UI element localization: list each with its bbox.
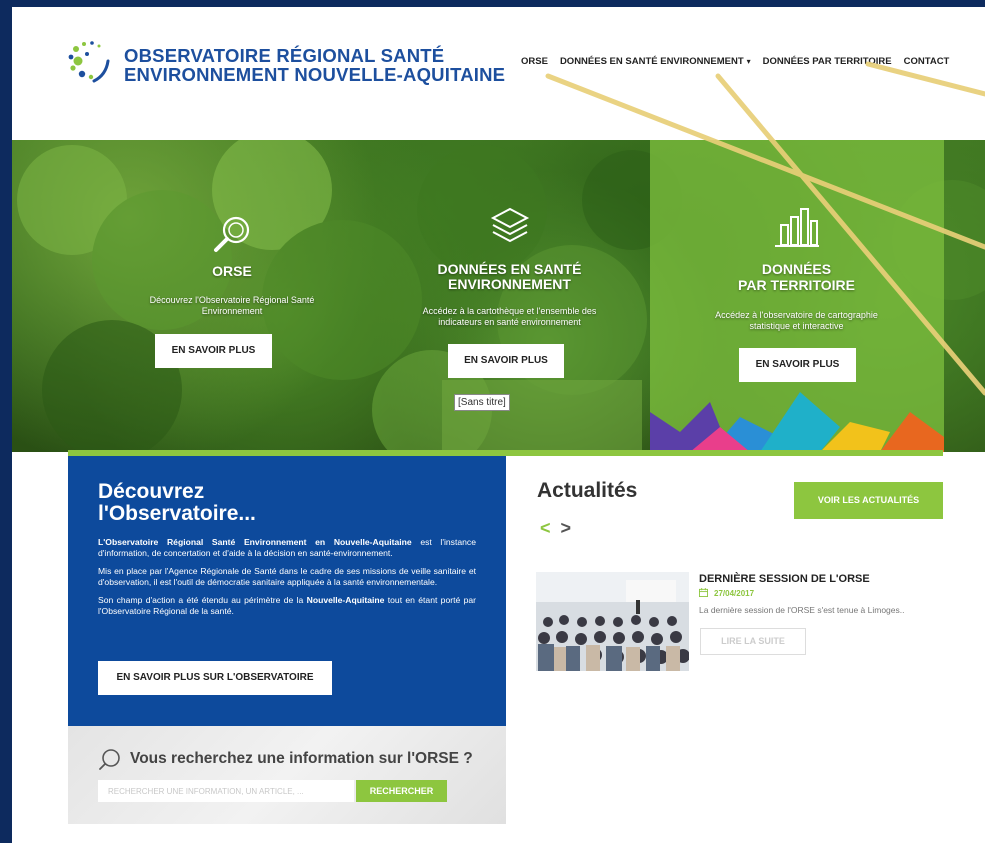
chevron-right-icon[interactable]: > — [561, 518, 572, 538]
donnees-sante-learn-more-button[interactable]: EN SAVOIR PLUS — [448, 344, 564, 378]
hero-banner: ORSE Découvrez l'Observatoire Régional S… — [12, 140, 985, 452]
nav-item-label: CONTACT — [903, 56, 950, 67]
search-input[interactable] — [98, 780, 354, 802]
search-button[interactable]: RECHERCHER — [356, 780, 447, 802]
discover-title: Découvrez l'Observatoire... — [98, 481, 476, 525]
bar-chart-icon — [774, 208, 819, 247]
news-item-title[interactable]: DERNIÈRE SESSION DE L'ORSE — [699, 573, 870, 585]
discover-panel: Découvrez l'Observatoire... L'Observatoi… — [68, 456, 506, 726]
hero-desc-donnees-territoire: Accédez à l'observatoire de cartographie… — [715, 310, 878, 331]
layers-icon — [490, 207, 529, 243]
orse-logo-icon[interactable] — [64, 37, 114, 87]
news-item-excerpt: La dernière session de l'ORSE s'est tenu… — [699, 605, 905, 615]
window-frame-top — [0, 0, 985, 7]
orse-learn-more-button[interactable]: EN SAVOIR PLUS — [155, 334, 272, 368]
news-item-date: 27/04/2017 — [699, 588, 754, 598]
hero-title-donnees-sante-line1: DONNÉES EN SANTÉ — [437, 261, 582, 277]
discover-p3-bold: Nouvelle-Aquitaine — [306, 595, 385, 605]
nav-item-donnees-sante-environnement[interactable]: DONNÉES EN SANTÉ ENVIRONNEMENT ▾ — [554, 56, 757, 67]
discover-learn-more-button[interactable]: EN SAVOIR PLUS SUR L'OBSERVATOIRE — [98, 661, 332, 695]
news-date-text: 27/04/2017 — [714, 589, 755, 598]
logo-title-line2[interactable]: ENVIRONNEMENT NOUVELLE-AQUITAINE — [124, 64, 505, 86]
site-header: OBSERVATOIRE RÉGIONAL SANTÉ ENVIRONNEMEN… — [12, 7, 985, 140]
hero-column-orse: ORSE Découvrez l'Observatoire Régional S… — [122, 140, 342, 452]
magnifier-icon — [214, 216, 250, 252]
discover-paragraph-1: L'Observatoire Régional Santé Environnem… — [98, 537, 476, 559]
window-frame-left — [0, 0, 12, 843]
chevron-left-icon[interactable]: < — [540, 518, 551, 538]
read-more-button[interactable]: LIRE LA SUITE — [700, 628, 806, 655]
chevron-down-icon: ▾ — [746, 57, 751, 66]
nav-item-label: DONNÉES PAR TERRITOIRE — [762, 56, 892, 67]
news-carousel-controls: < > — [540, 518, 571, 539]
hero-title-donnees-sante-line2: ENVIRONNEMENT — [448, 276, 571, 292]
hero-title-donnees-territoire-line1: DONNÉES — [761, 261, 832, 277]
nav-item-contact[interactable]: CONTACT — [898, 56, 956, 67]
discover-title-line1: Découvrez — [98, 480, 205, 503]
image-caption: [Sans titre] — [454, 394, 510, 411]
discover-p3-start: Son champ d'action a été étendu au périm… — [98, 595, 307, 605]
view-all-news-button[interactable]: VOIR LES ACTUALITÉS — [794, 482, 943, 519]
hero-title-donnees-territoire-line2: PAR TERRITOIRE — [738, 277, 855, 293]
hero-desc-orse: Découvrez l'Observatoire Régional Santé … — [149, 295, 315, 316]
discover-paragraph-2: Mis en place par l'Agence Régionale de S… — [98, 566, 476, 587]
nav-item-label: ORSE — [521, 56, 548, 67]
news-title: Actualités — [537, 479, 638, 502]
hero-desc-donnees-sante: Accédez à la cartothèque et l'ensemble d… — [422, 306, 597, 327]
search-icon — [99, 749, 120, 770]
nav-item-orse[interactable]: ORSE — [515, 56, 554, 67]
nav-item-label: DONNÉES EN SANTÉ ENVIRONNEMENT — [559, 56, 744, 67]
discover-p1-bold: L'Observatoire Régional Santé Environnem… — [98, 537, 412, 547]
hero-title-orse: ORSE — [212, 263, 252, 279]
calendar-icon — [699, 588, 708, 597]
nav-item-donnees-par-territoire[interactable]: DONNÉES PAR TERRITOIRE — [757, 56, 898, 67]
discover-title-line2: l'Observatoire... — [98, 502, 256, 525]
hero-column-donnees-territoire: DONNÉES PAR TERRITOIRE Accédez à l'obser… — [684, 140, 909, 452]
main-nav: ORSE DONNÉES EN SANTÉ ENVIRONNEMENT ▾ DON… — [515, 56, 955, 67]
news-thumbnail-image[interactable] — [536, 572, 689, 671]
discover-paragraph-3: Son champ d'action a été étendu au périm… — [98, 595, 476, 617]
search-title: Vous recherchez une information sur l'OR… — [130, 750, 473, 767]
search-section: Vous recherchez une information sur l'OR… — [68, 726, 506, 824]
donnees-territoire-learn-more-button[interactable]: EN SAVOIR PLUS — [739, 348, 856, 382]
